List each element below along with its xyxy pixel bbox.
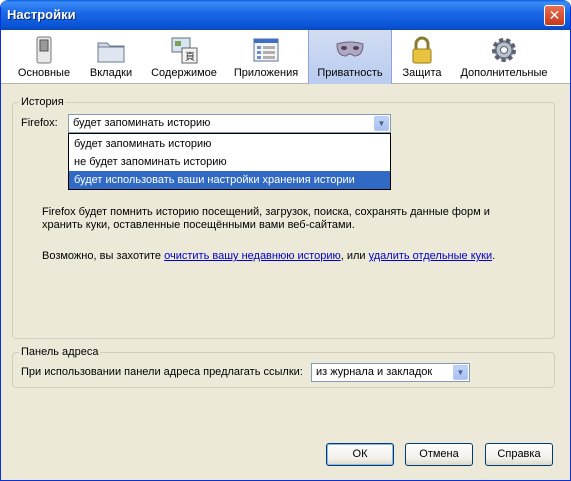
- gear-icon: [492, 38, 516, 62]
- clear-recent-history-link[interactable]: очистить вашу недавнюю историю: [164, 250, 341, 262]
- pane-label: Приложения: [233, 67, 299, 79]
- mask-icon: [336, 41, 364, 57]
- pane-advanced[interactable]: Дополнительные: [456, 30, 552, 84]
- close-button[interactable]: ✕: [544, 5, 565, 26]
- applications-icon: [253, 38, 279, 62]
- remove-cookies-link[interactable]: удалить отдельные куки: [369, 250, 492, 262]
- chevron-down-icon[interactable]: ▼: [374, 116, 389, 131]
- history-mode-dropdown: будет запоминать историю не будет запоми…: [68, 133, 391, 190]
- pane-privacy[interactable]: Приватность: [308, 30, 392, 84]
- history-description-line1: Firefox будет помнить историю посещений,…: [42, 206, 490, 218]
- pane-label: Защита: [402, 67, 442, 79]
- address-bar-caption: Панель адреса: [19, 346, 101, 358]
- history-hint: Возможно, вы захотите очистить вашу неда…: [42, 250, 495, 262]
- history-mode-select[interactable]: будет запоминать историю ▼: [68, 114, 391, 133]
- title-bar[interactable]: Настройки ✕: [1, 0, 570, 30]
- hint-prefix: Возможно, вы захотите: [42, 250, 165, 262]
- pane-label: Содержимое: [151, 67, 217, 79]
- history-description-line2: хранить куки, оставленные посещёнными ва…: [42, 219, 355, 231]
- pane-general[interactable]: Основные: [11, 30, 77, 84]
- chevron-down-icon[interactable]: ▼: [453, 365, 468, 380]
- history-mode-value: будет запоминать историю: [73, 117, 211, 129]
- option-remember-history[interactable]: будет запоминать историю: [69, 135, 390, 153]
- svg-text:頁: 頁: [185, 51, 195, 63]
- hint-middle: , или: [340, 250, 369, 262]
- pane-security[interactable]: Защита: [397, 30, 447, 84]
- hint-suffix: .: [492, 250, 496, 262]
- switch-icon: [36, 36, 52, 64]
- suggest-value: из журнала и закладок: [316, 366, 433, 378]
- option-custom-history-settings[interactable]: будет использовать ваши настройки хранен…: [69, 171, 390, 189]
- pane-label: Основные: [17, 67, 71, 79]
- option-never-remember-history[interactable]: не будет запоминать историю: [69, 153, 390, 171]
- padlock-icon: [412, 36, 432, 64]
- firefox-label: Firefox:: [21, 117, 58, 129]
- pane-label: Приватность: [317, 67, 383, 79]
- cancel-button[interactable]: Отмена: [405, 443, 473, 466]
- pane-tabs[interactable]: Вкладки: [82, 30, 140, 84]
- pane-label: Вкладки: [89, 67, 133, 79]
- help-button[interactable]: Справка: [485, 443, 553, 466]
- tabs-folder-icon: [97, 42, 125, 63]
- history-caption: История: [19, 96, 66, 108]
- window-title: Настройки: [7, 7, 76, 22]
- pane-applications[interactable]: Приложения: [230, 30, 302, 84]
- ok-button[interactable]: ОК: [326, 443, 394, 466]
- suggest-label: При использовании панели адреса предлага…: [21, 366, 303, 378]
- content-icon: 頁: [171, 37, 198, 64]
- pane-content[interactable]: 頁 Содержимое: [147, 30, 221, 84]
- preferences-toolbar: Основные Вкладки 頁 Содержимое Приложения…: [1, 30, 570, 84]
- suggest-select[interactable]: из журнала и закладок ▼: [311, 363, 470, 382]
- pane-label: Дополнительные: [460, 67, 548, 79]
- preferences-window: Настройки ✕ Основные Вкладки 頁 Содержимо…: [0, 0, 571, 481]
